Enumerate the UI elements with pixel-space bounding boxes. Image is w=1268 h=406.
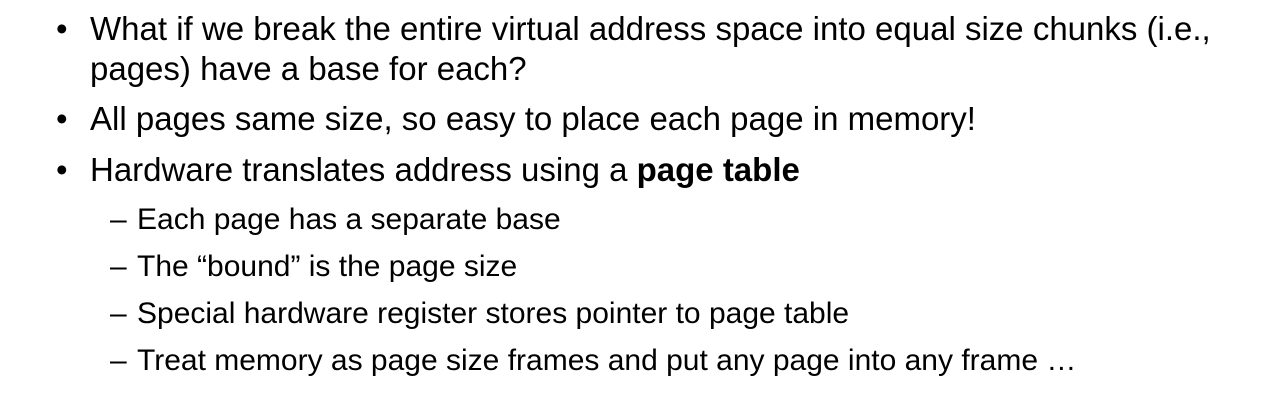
bullet-text-prefix: Hardware translates address using a: [90, 151, 637, 188]
bullet-marker: •: [56, 151, 68, 188]
bullet-marker: •: [56, 100, 68, 137]
sub-bullet-marker: –: [110, 297, 127, 330]
sub-bullet-text: The “bound” is the page size: [137, 250, 518, 283]
bullet-text: Hardware translates address using a page…: [90, 150, 1240, 190]
sub-bullet-text: Each page has a separate base: [137, 203, 561, 236]
sub-bullet-marker: –: [110, 250, 127, 283]
bullet-marker: •: [56, 10, 68, 47]
bullet-text: All pages same size, so easy to place ea…: [90, 100, 976, 137]
sub-bullet-marker: –: [110, 203, 127, 236]
slide: • What if we break the entire virtual ad…: [0, 0, 1268, 406]
bullet-text-bold: page table: [636, 151, 800, 188]
sub-bullet-text: Special hardware register stores pointer…: [137, 297, 850, 330]
sub-bullet-marker: –: [110, 344, 127, 377]
sub-bullet-text: Treat memory as page size frames and put…: [137, 344, 1077, 377]
bullet-text: What if we break the entire virtual addr…: [90, 10, 1211, 87]
